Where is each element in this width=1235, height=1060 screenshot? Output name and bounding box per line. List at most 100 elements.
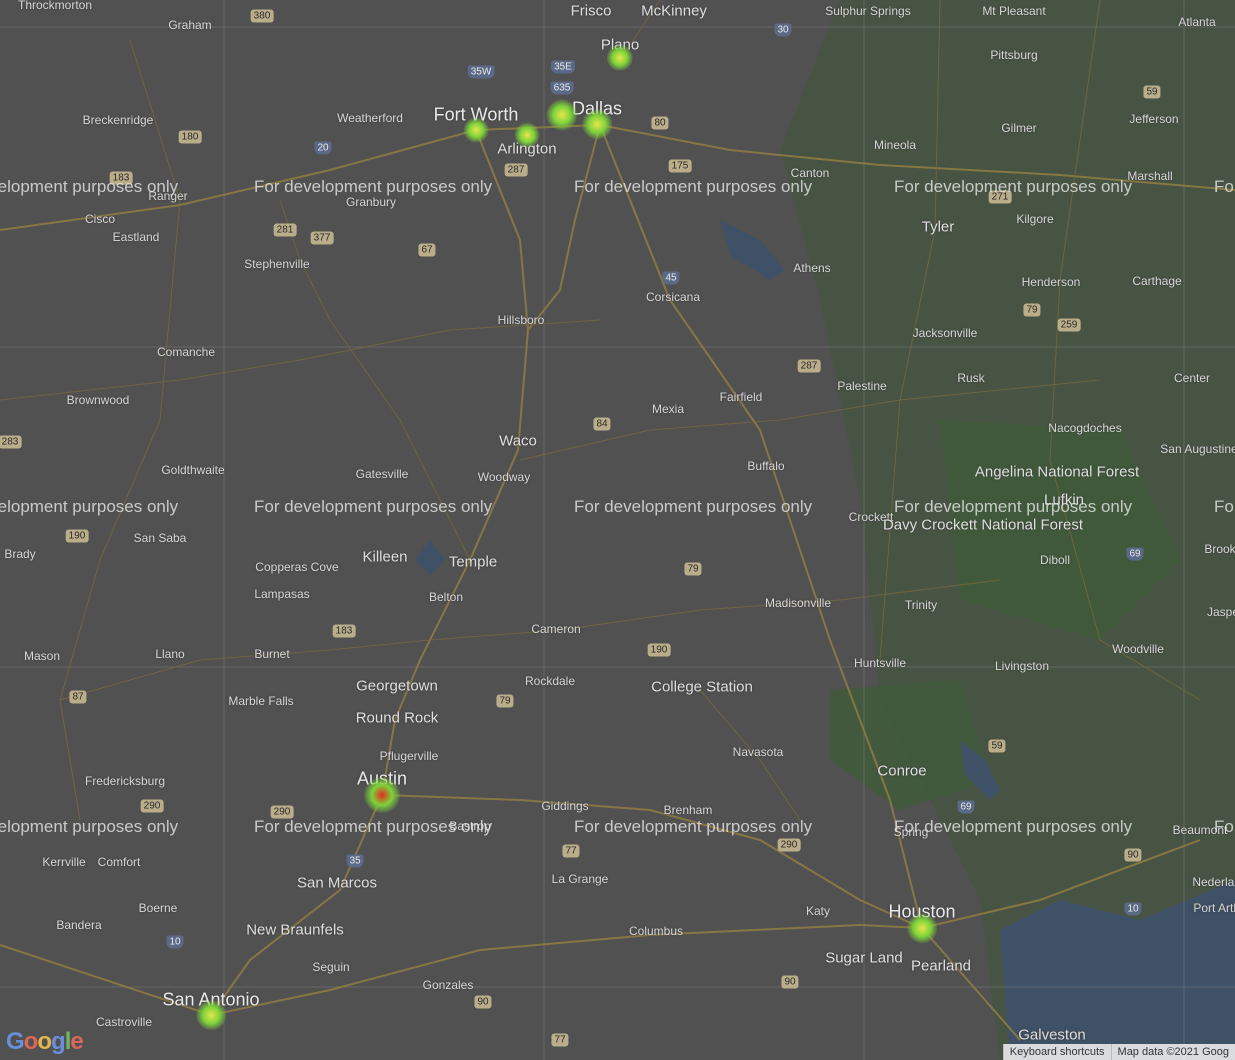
town-label: Woodway (477, 470, 531, 484)
town-label: Livingston (994, 659, 1050, 673)
town-label: Woodville (1112, 642, 1164, 656)
highway-shield: 87 (69, 690, 87, 704)
town-label: Graham (168, 18, 212, 32)
dev-watermark: For development purposes only (894, 817, 1133, 836)
keyboard-shortcuts-link[interactable]: Keyboard shortcuts (1002, 1044, 1111, 1060)
highway-shield: 287 (504, 163, 528, 177)
highway-shield: 59 (1143, 85, 1161, 99)
dev-watermark: For development purposes only (254, 817, 493, 836)
town-label: Giddings (541, 799, 589, 813)
town-label: Nacogdoches (1048, 421, 1122, 435)
town-label: Copperas Cove (255, 560, 339, 574)
highway-shield: 84 (593, 417, 611, 431)
highway-shield: 180 (178, 130, 202, 144)
town-label: San Saba (133, 531, 187, 545)
city-label: Sugar Land (825, 949, 903, 967)
city-label: New Braunfels (246, 921, 344, 939)
heatmap-point (907, 913, 937, 943)
town-label: Jasper (1206, 605, 1235, 619)
town-label: Pittsburg (990, 48, 1038, 62)
town-label: Stephenville (244, 257, 310, 271)
town-label: Burnet (254, 647, 290, 661)
town-label: Gilmer (1001, 121, 1037, 135)
city-label: Pearland (910, 957, 972, 975)
dev-watermark: For development purposes only (574, 177, 813, 196)
town-label: Diboll (1039, 553, 1071, 567)
highway-shield: 175 (668, 159, 692, 173)
dev-watermark: For development purposes only (0, 177, 179, 196)
town-label: Athens (793, 261, 831, 275)
town-label: Jacksonville (912, 326, 978, 340)
highway-shield: 377 (310, 231, 334, 245)
town-label: Hillsboro (497, 313, 545, 327)
heatmap-point (364, 777, 400, 813)
highway-shield: 90 (474, 995, 492, 1009)
highway-shield: 20 (314, 141, 332, 155)
highway-shield: 79 (684, 562, 702, 576)
town-label: Lampasas (254, 587, 310, 601)
highway-shield: 190 (65, 529, 89, 543)
dev-watermark: For development purposes only (1214, 817, 1235, 836)
city-label: Tyler (921, 218, 955, 236)
town-label: Mexia (651, 402, 685, 416)
highway-shield: 77 (551, 1033, 569, 1047)
town-label: Jefferson (1129, 112, 1179, 126)
attribution-bar: Keyboard shortcuts Map data ©2021 Goog (1002, 1044, 1235, 1060)
map-view[interactable]: Fort WorthDallasAustinHoustonSan Antonio… (0, 0, 1235, 1060)
highway-shield: 283 (0, 435, 22, 449)
town-label: Comanche (156, 345, 216, 359)
forest-label: Angelina National Forest (974, 463, 1140, 481)
highway-shield: 35W (467, 65, 495, 79)
dev-watermark: For development purposes only (574, 817, 813, 836)
highway-shield: 69 (1126, 547, 1144, 561)
heatmap-point (463, 117, 489, 143)
city-label: Conroe (877, 762, 927, 780)
town-label: Trinity (904, 598, 938, 612)
highway-shield: 290 (777, 838, 801, 852)
town-label: Cisco (84, 212, 116, 226)
highway-shield: 281 (273, 223, 297, 237)
highway-shield: 35 (346, 854, 364, 868)
town-label: Atlanta (1178, 15, 1216, 29)
highway-shield: 79 (1023, 303, 1041, 317)
dev-watermark: For development purposes only (894, 497, 1133, 516)
google-logo: Google (6, 1028, 84, 1055)
highway-shield: 79 (496, 694, 514, 708)
town-label: Marshall (1127, 169, 1173, 183)
highway-shield: 635 (550, 81, 574, 95)
town-label: Huntsville (853, 656, 907, 670)
highway-shield: 80 (651, 116, 669, 130)
town-label: Kerrville (42, 855, 86, 869)
town-label: Carthage (1132, 274, 1182, 288)
town-label: Corsicana (645, 290, 701, 304)
town-label: Columbus (628, 924, 684, 938)
town-label: La Grange (551, 872, 609, 886)
town-label: Buffalo (747, 459, 785, 473)
town-label: Mason (23, 649, 61, 663)
town-label: Weatherford (337, 111, 403, 125)
city-label: Killeen (362, 548, 408, 566)
highway-shield: 10 (166, 935, 184, 949)
town-label: Castroville (95, 1015, 153, 1029)
town-label: Kilgore (1016, 212, 1054, 226)
town-label: Navasota (732, 745, 784, 759)
town-label: Fredericksburg (84, 774, 166, 788)
town-label: Center (1173, 371, 1211, 385)
city-label: Waco (499, 432, 537, 450)
highway-shield: 45 (662, 271, 680, 285)
dev-watermark: For development purposes only (1214, 497, 1235, 516)
town-label: Brownwood (66, 393, 130, 407)
highway-shield: 290 (140, 799, 164, 813)
highway-shield: 90 (1124, 848, 1142, 862)
town-label: Katy (805, 904, 831, 918)
highway-shield: 67 (418, 243, 436, 257)
town-label: Comfort (97, 855, 141, 869)
dev-watermark: For development purposes only (0, 497, 179, 516)
highway-shield: 59 (988, 739, 1006, 753)
town-label: Boerne (138, 901, 178, 915)
town-label: Granbury (345, 195, 397, 209)
city-label: College Station (651, 678, 753, 696)
city-label: Galveston (1018, 1026, 1086, 1044)
town-label: Sulphur Springs (825, 4, 911, 18)
town-label: Brenham (663, 803, 713, 817)
